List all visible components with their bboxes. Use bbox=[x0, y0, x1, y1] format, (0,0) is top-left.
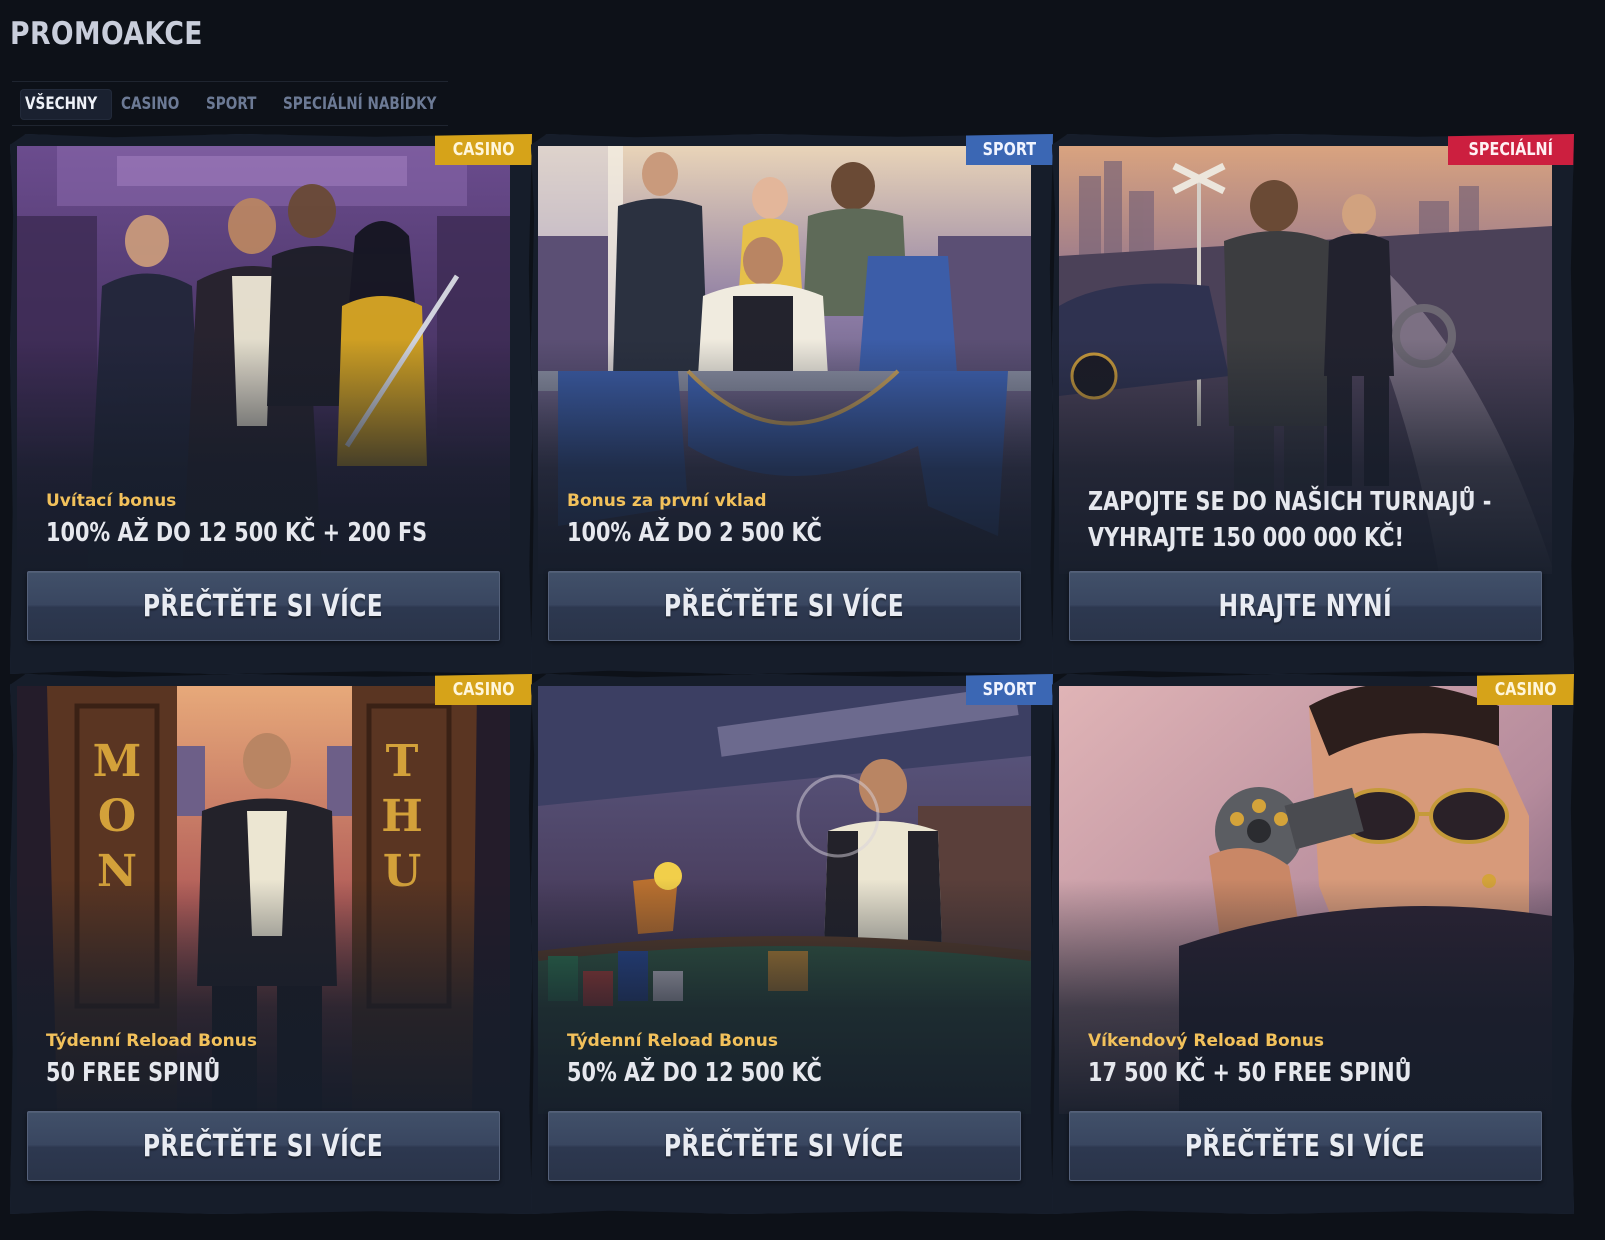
category-badge-casino: CASINO bbox=[434, 134, 532, 165]
category-badge-casino: CASINO bbox=[1476, 674, 1574, 705]
promo-headline: 50 FREE SPINŮ bbox=[46, 1058, 221, 1088]
promo-card-tournaments: SPECIÁLNÍ ZAPOJTE SE DO NAŠICH TURNAJŮ -… bbox=[1052, 134, 1574, 674]
read-more-button[interactable]: PŘEČTĚTE SI VÍCE bbox=[548, 571, 1021, 641]
page-title: PROMOAKCE bbox=[10, 16, 203, 52]
svg-text:T: T bbox=[386, 736, 419, 787]
promo-subtitle: Víkendový Reload Bonus bbox=[1088, 1031, 1325, 1051]
promo-headline: 100% AŽ DO 12 500 KČ + 200 FS bbox=[46, 518, 428, 548]
tab-all[interactable]: VŠECHNY bbox=[25, 89, 97, 120]
tab-sport[interactable]: SPORT bbox=[206, 89, 256, 120]
promo-headline: 100% AŽ DO 2 500 KČ bbox=[567, 518, 822, 548]
promo-card-first-deposit-bonus: SPORT Bonus za první vklad 100% AŽ DO 2 … bbox=[531, 134, 1053, 674]
read-more-button[interactable]: PŘEČTĚTE SI VÍCE bbox=[1069, 1111, 1542, 1181]
promo-card-weekly-reload-casino: CASINO M O N T H U Týdenní Reload Bonus … bbox=[10, 674, 532, 1214]
promo-subtitle: Bonus za první vklad bbox=[567, 491, 767, 511]
promo-headline: 17 500 KČ + 50 FREE SPINŮ bbox=[1088, 1058, 1412, 1088]
category-badge-casino: CASINO bbox=[434, 674, 532, 705]
promo-headline: ZAPOJTE SE DO NAŠICH TURNAJŮ - VYHRAJTE 1… bbox=[1088, 484, 1492, 556]
promotions-page: PROMOAKCE VŠECHNY CASINO SPORT SPECIÁLNÍ… bbox=[0, 0, 1605, 1240]
svg-text:O: O bbox=[98, 791, 136, 842]
svg-text:H: H bbox=[381, 791, 423, 842]
read-more-button[interactable]: PŘEČTĚTE SI VÍCE bbox=[27, 1111, 500, 1181]
promo-card-weekly-reload-sport: SPORT Týdenní Reload Bonus 50% AŽ DO 12 … bbox=[531, 674, 1053, 1214]
category-badge-sport: SPORT bbox=[966, 674, 1053, 705]
tab-special-offers[interactable]: SPECIÁLNÍ NABÍDKY bbox=[283, 89, 436, 120]
read-more-button[interactable]: PŘEČTĚTE SI VÍCE bbox=[27, 571, 500, 641]
headline-line-2: VYHRAJTE 150 000 000 KČ! bbox=[1088, 523, 1404, 553]
promo-subtitle: Uvítací bonus bbox=[46, 491, 177, 511]
promo-card-weekend-reload: CASINO Víkendový Reload Bonus 17 500 KČ … bbox=[1052, 674, 1574, 1214]
promo-card-welcome-bonus: CASINO Uvítací bonus 100% AŽ DO 12 500 K… bbox=[10, 134, 532, 674]
promo-subtitle: Týdenní Reload Bonus bbox=[46, 1031, 257, 1051]
promo-subtitle: Týdenní Reload Bonus bbox=[567, 1031, 778, 1051]
headline-line-1: ZAPOJTE SE DO NAŠICH TURNAJŮ - bbox=[1088, 487, 1492, 517]
read-more-button[interactable]: PŘEČTĚTE SI VÍCE bbox=[548, 1111, 1021, 1181]
tab-casino[interactable]: CASINO bbox=[121, 89, 179, 120]
play-now-button[interactable]: HRAJTE NYNÍ bbox=[1069, 571, 1542, 641]
category-badge-sport: SPORT bbox=[966, 134, 1053, 165]
category-badge-special: SPECIÁLNÍ bbox=[1448, 134, 1574, 165]
promo-filter-tabs: VŠECHNY CASINO SPORT SPECIÁLNÍ NABÍDKY bbox=[12, 81, 448, 126]
promo-headline: 50% AŽ DO 12 500 KČ bbox=[567, 1058, 822, 1088]
svg-text:M: M bbox=[93, 736, 142, 787]
